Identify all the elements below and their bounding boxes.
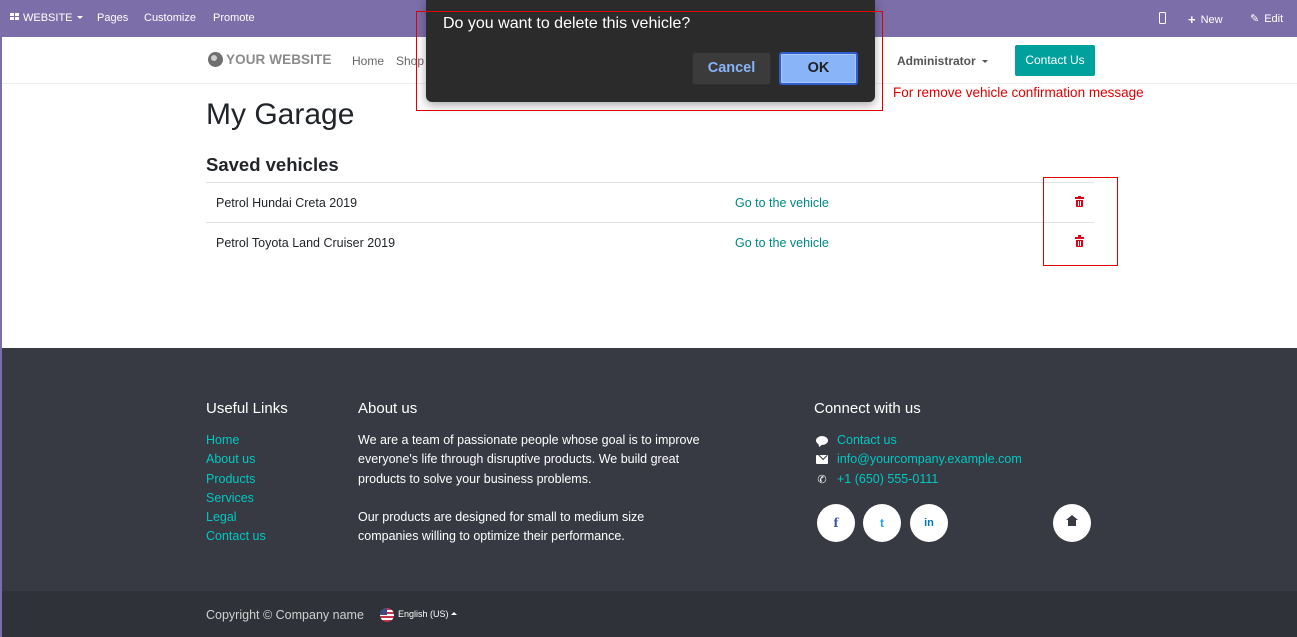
saved-vehicles-table: Petrol Hundai Creta 2019 Go to the vehic… <box>206 182 1094 261</box>
envelope-icon <box>816 455 828 464</box>
useful-links-title: Useful Links <box>206 400 288 417</box>
new-label: New <box>1200 14 1223 26</box>
apps-grid-icon <box>10 13 20 21</box>
twitter-icon[interactable]: t <box>863 504 901 542</box>
vehicle-name: Petrol Hundai Creta 2019 <box>216 196 358 210</box>
about-title: About us <box>358 400 418 417</box>
contact-us-label: Contact us <box>837 433 897 447</box>
about-text: companies willing to optimize their perf… <box>358 529 625 543</box>
about-text: products to solve your business problems… <box>358 472 592 486</box>
chevron-up-icon[interactable] <box>451 612 457 615</box>
promote-menu[interactable]: Promote <box>213 12 255 24</box>
chevron-down-icon <box>76 16 83 19</box>
section-title: Saved vehicles <box>206 154 339 175</box>
table-row: Petrol Hundai Creta 2019 Go to the vehic… <box>206 182 1094 222</box>
about-text: everyone's life through disruptive produ… <box>358 452 680 466</box>
dialog-highlight <box>416 11 883 111</box>
phone-link[interactable]: ✆ +1 (650) 555-0111 <box>815 472 938 486</box>
new-button[interactable]: + New <box>1188 12 1223 27</box>
edit-label: Edit <box>1264 13 1284 25</box>
pencil-icon: ✎ <box>1250 13 1260 25</box>
footer-link-services[interactable]: Services <box>206 491 254 505</box>
go-to-vehicle-link[interactable]: Go to the vehicle <box>735 196 829 210</box>
about-text: Our products are designed for small to m… <box>358 510 645 524</box>
home-icon <box>1066 515 1078 527</box>
chevron-down-icon <box>981 60 988 63</box>
website-app-label: WEBSITE <box>23 12 73 24</box>
logo-text: YOUR WEBSITE <box>226 52 332 67</box>
connect-title: Connect with us <box>814 400 921 417</box>
email-label: info@yourcompany.example.com <box>837 452 1022 466</box>
language-selector[interactable]: English (US) <box>398 609 449 619</box>
site-logo[interactable]: YOUR WEBSITE <box>208 52 331 67</box>
us-flag-icon <box>380 608 394 622</box>
go-to-vehicle-link[interactable]: Go to the vehicle <box>735 236 829 250</box>
window-border <box>0 0 2 637</box>
vehicle-name: Petrol Toyota Land Cruiser 2019 <box>216 235 396 250</box>
about-text: We are a team of passionate people whose… <box>358 433 700 447</box>
linkedin-icon[interactable]: in <box>910 504 948 542</box>
user-menu[interactable]: Administrator <box>897 54 988 68</box>
phone-icon: ✆ <box>817 474 827 486</box>
email-link[interactable]: info@yourcompany.example.com <box>815 452 1022 466</box>
home-button[interactable] <box>1053 504 1091 542</box>
page: WEBSITE Pages Customize Promote + New ✎ Ed… <box>0 0 1297 637</box>
mobile-preview-icon[interactable] <box>1159 12 1166 24</box>
edit-button[interactable]: ✎ Edit <box>1250 12 1283 25</box>
copyright-text: Copyright © Company name <box>206 608 364 622</box>
plus-icon: + <box>1188 12 1196 27</box>
contact-us-link[interactable]: Contact us <box>815 433 897 447</box>
phone-label: +1 (650) 555-0111 <box>837 472 939 486</box>
globe-icon <box>208 52 223 67</box>
pages-menu[interactable]: Pages <box>97 12 128 24</box>
footer-link-about[interactable]: About us <box>206 452 255 466</box>
annotation-text: For remove vehicle confirmation message <box>893 85 1144 100</box>
website-app-menu[interactable]: WEBSITE <box>10 12 83 24</box>
copyright-bar <box>2 591 1297 637</box>
page-title: My Garage <box>206 98 355 131</box>
footer-link-products[interactable]: Products <box>206 472 255 486</box>
footer-link-home[interactable]: Home <box>206 433 239 447</box>
nav-home[interactable]: Home <box>352 54 384 68</box>
customize-menu[interactable]: Customize <box>144 12 196 24</box>
user-menu-label: Administrator <box>897 54 976 68</box>
contact-us-button[interactable]: Contact Us <box>1015 45 1095 76</box>
comment-icon <box>816 436 828 445</box>
facebook-icon[interactable]: f <box>817 504 855 542</box>
footer <box>2 348 1297 591</box>
table-row: Petrol Toyota Land Cruiser 2019 Go to th… <box>206 221 1094 262</box>
delete-icons-highlight <box>1043 177 1118 266</box>
footer-link-contact[interactable]: Contact us <box>206 529 266 543</box>
footer-link-legal[interactable]: Legal <box>206 510 237 524</box>
